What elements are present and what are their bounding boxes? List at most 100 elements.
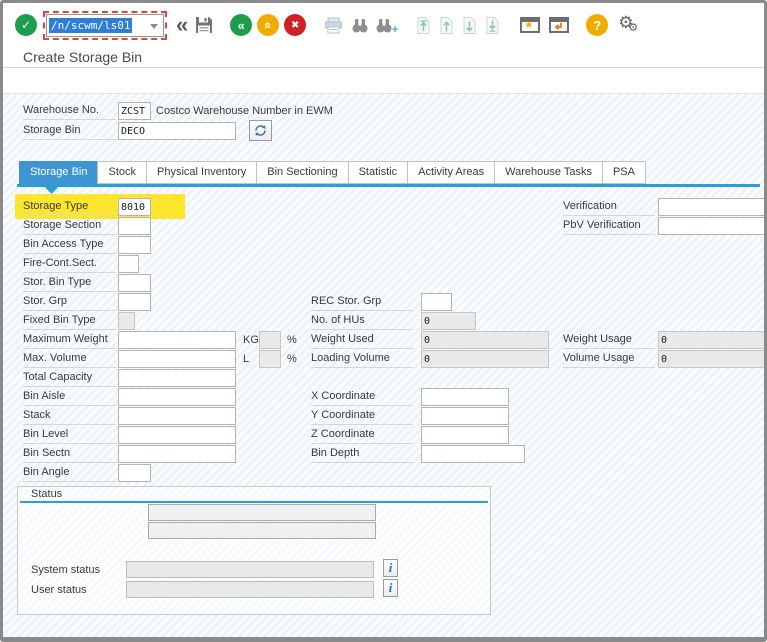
print-icon[interactable] [324, 17, 343, 34]
storage-section-label: Storage Section [23, 218, 116, 235]
bin-level-input[interactable] [118, 426, 236, 444]
user-status-info-button[interactable]: i [383, 579, 398, 597]
no-of-hus-label: No. of HUs [311, 313, 413, 330]
max-volume-unit: L [243, 352, 249, 367]
y-coordinate-input[interactable] [421, 407, 509, 425]
new-session-icon[interactable]: ★ [519, 16, 541, 34]
maximum-weight-label: Maximum Weight [23, 332, 116, 349]
save-icon[interactable] [194, 15, 214, 35]
command-field-value: /n/scwm/ls01 [49, 18, 132, 33]
max-volume-input[interactable] [118, 350, 236, 368]
z-coordinate-label: Z Coordinate [311, 427, 413, 444]
command-dropdown-icon[interactable] [150, 24, 158, 29]
refresh-button[interactable] [249, 120, 272, 141]
fire-cont-sect-input[interactable] [118, 255, 139, 273]
tab-physical-inventory[interactable]: Physical Inventory [146, 161, 257, 184]
tab-stock[interactable]: Stock [97, 161, 147, 184]
volume-percent-sign: % [287, 352, 297, 367]
storage-bin-label: Storage Bin [23, 123, 116, 140]
stack-input[interactable] [118, 407, 236, 425]
user-status-label: User status [31, 583, 87, 598]
maximum-weight-input[interactable] [118, 331, 236, 349]
no-of-hus-input [421, 312, 476, 330]
tab-strip: Storage Bin Stock Physical Inventory Bin… [19, 161, 646, 184]
help-button[interactable]: ? [586, 14, 608, 36]
pbv-verification-input[interactable] [658, 217, 765, 235]
status-group-title: Status [31, 488, 62, 500]
stack-label: Stack [23, 408, 116, 425]
fire-cont-sect-label: Fire-Cont.Sect. [23, 256, 116, 273]
system-status-info-button[interactable]: i [383, 559, 398, 577]
bin-sectn-input[interactable] [118, 445, 236, 463]
create-shortcut-icon[interactable] [548, 16, 570, 34]
weight-usage-input [658, 331, 765, 349]
weight-used-input [421, 331, 549, 349]
chevron-up-icon: « [261, 21, 276, 28]
total-capacity-label: Total Capacity [23, 370, 116, 387]
enter-button[interactable]: ✓ [15, 14, 37, 36]
weight-used-label: Weight Used [311, 332, 413, 349]
previous-page-icon[interactable] [438, 16, 455, 35]
bin-aisle-input[interactable] [118, 388, 236, 406]
find-icon[interactable] [351, 17, 369, 34]
z-coordinate-input[interactable] [421, 426, 509, 444]
rec-stor-grp-input[interactable] [421, 293, 452, 311]
back-button[interactable]: « [230, 14, 252, 36]
plus-badge: + [392, 24, 398, 36]
info-icon: i [389, 560, 393, 576]
storage-bin-input[interactable] [118, 122, 236, 140]
stor-grp-input[interactable] [118, 293, 151, 311]
gear-small-icon: ⚙ [628, 21, 638, 34]
star-icon: ★ [524, 20, 533, 31]
storage-type-input[interactable] [118, 198, 151, 216]
x-coordinate-input[interactable] [421, 388, 509, 406]
toolbar: ✓ /n/scwm/ls01 « « « ✖ [3, 3, 764, 47]
question-icon: ? [593, 18, 601, 33]
fixed-bin-type-label: Fixed Bin Type [23, 313, 116, 330]
volume-usage-input [658, 350, 765, 368]
title-bar: Create Storage Bin [3, 47, 764, 68]
pbv-verification-label: PbV Verification [563, 218, 655, 235]
total-capacity-input[interactable] [118, 369, 236, 387]
storage-section-input[interactable] [118, 217, 151, 235]
tab-bin-sectioning[interactable]: Bin Sectioning [256, 161, 348, 184]
user-status-field [126, 581, 374, 598]
bin-angle-label: Bin Angle [23, 465, 116, 482]
sap-window: ✓ /n/scwm/ls01 « « « ✖ [0, 0, 767, 642]
bin-sectn-label: Bin Sectn [23, 446, 116, 463]
exit-button[interactable]: « [257, 14, 279, 36]
bin-access-type-input[interactable] [118, 236, 151, 254]
storage-type-label: Storage Type [23, 199, 116, 216]
next-page-icon[interactable] [461, 16, 478, 35]
system-status-label: System status [31, 563, 100, 578]
first-page-icon[interactable] [415, 16, 432, 35]
tab-underline-bar [17, 184, 760, 187]
weight-percent-input [259, 331, 281, 349]
rec-stor-grp-label: REC Stor. Grp [311, 294, 413, 311]
back-history-icon[interactable]: « [176, 15, 188, 35]
tab-psa[interactable]: PSA [602, 161, 646, 184]
bin-aisle-label: Bin Aisle [23, 389, 116, 406]
tab-storage-bin[interactable]: Storage Bin [19, 161, 98, 184]
status-display-bar-1 [148, 504, 376, 521]
tab-warehouse-tasks[interactable]: Warehouse Tasks [494, 161, 603, 184]
warehouse-no-input[interactable] [118, 102, 151, 120]
tab-statistic[interactable]: Statistic [348, 161, 409, 184]
verification-input[interactable] [658, 198, 765, 216]
bin-depth-input[interactable] [421, 445, 525, 463]
loading-volume-label: Loading Volume [311, 351, 413, 368]
last-page-icon[interactable] [484, 16, 501, 35]
bin-angle-input[interactable] [118, 464, 151, 482]
tab-activity-areas[interactable]: Activity Areas [407, 161, 495, 184]
status-groupbox: Status System status i User status i [17, 486, 491, 615]
stor-grp-label: Stor. Grp [23, 294, 116, 311]
info-icon: i [389, 580, 393, 596]
customize-layout-icon[interactable]: ⚙ ⚙ [616, 13, 640, 37]
loading-volume-input [421, 350, 549, 368]
volume-percent-input [259, 350, 281, 368]
stor-bin-type-label: Stor. Bin Type [23, 275, 116, 292]
stor-bin-type-input[interactable] [118, 274, 151, 292]
cancel-button[interactable]: ✖ [284, 14, 306, 36]
command-field[interactable]: /n/scwm/ls01 [46, 14, 164, 37]
find-next-icon[interactable]: + [375, 17, 393, 34]
